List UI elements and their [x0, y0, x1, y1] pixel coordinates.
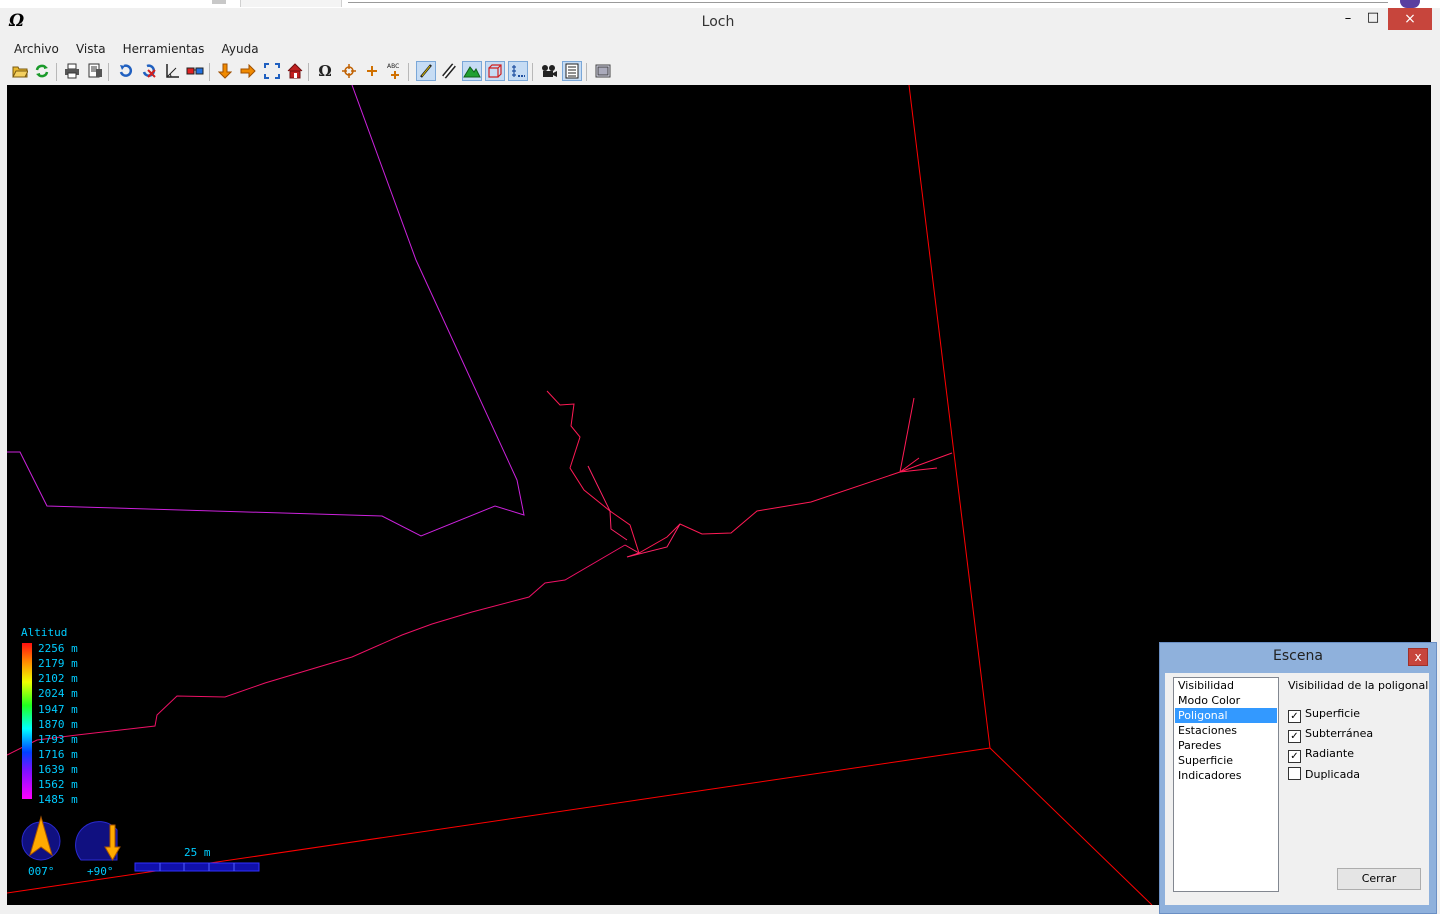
altitude-value: 1485 m: [38, 793, 78, 806]
right-arrow-icon[interactable]: [238, 61, 258, 81]
altitude-legend: Altitud 2256 m 2179 m 2102 m 2024 m 1947…: [21, 626, 78, 806]
inclination-indicator: +90°: [75, 821, 121, 878]
survey-branch: [587, 465, 628, 541]
altitude-legend-title: Altitud: [21, 626, 67, 639]
checkbox-box[interactable]: [1288, 767, 1301, 780]
menu-archivo[interactable]: Archivo: [8, 39, 65, 59]
altitude-color-scale: [22, 643, 32, 799]
list-item-superficie[interactable]: Superficie: [1175, 753, 1277, 768]
survey-branch: [546, 390, 953, 554]
window-title: Loch: [701, 14, 735, 30]
checkbox-box[interactable]: ✓: [1288, 730, 1301, 743]
compass: 007°: [21, 815, 61, 878]
altitude-value: 2256 m: [38, 642, 78, 655]
print-icon[interactable]: [62, 61, 82, 81]
checkbox-label: Subterránea: [1305, 727, 1374, 740]
plus-icon[interactable]: [362, 61, 382, 81]
scale-bar-label: 25 m: [184, 846, 211, 859]
checkbox-label: Superficie: [1305, 707, 1361, 720]
box-edge: [908, 85, 991, 749]
centerline-icon[interactable]: [416, 61, 436, 81]
rotate-off-icon[interactable]: [139, 61, 159, 81]
title-bar[interactable]: Ω Loch – □ ×: [0, 8, 1440, 38]
scale-bar-rect: [134, 862, 260, 872]
svg-text:ABC: ABC: [387, 63, 399, 70]
altitude-value: 2179 m: [38, 657, 78, 670]
bounding-box: [7, 85, 1153, 905]
scene-settings-icon[interactable]: [562, 61, 582, 81]
scene-category-list[interactable]: Visibilidad Modo Color Poligonal Estacio…: [1173, 677, 1279, 892]
box-edge: [989, 747, 1153, 905]
list-item-visibilidad[interactable]: Visibilidad: [1175, 678, 1277, 693]
survey-surface-line: [7, 85, 525, 537]
dialog-title: Escena: [1273, 648, 1323, 664]
checkbox-label: Duplicada: [1305, 768, 1361, 781]
checkbox-box[interactable]: ✓: [1288, 750, 1301, 763]
print-preview-icon[interactable]: [85, 61, 105, 81]
fullscreen-icon[interactable]: [262, 61, 282, 81]
dialog-close-button[interactable]: x: [1408, 648, 1428, 666]
compass-label: 007°: [28, 865, 55, 878]
rotate-icon[interactable]: [116, 61, 136, 81]
menu-herramientas[interactable]: Herramientas: [117, 39, 211, 59]
altitude-value: 1639 m: [38, 763, 78, 776]
open-folder-icon[interactable]: [10, 61, 30, 81]
dialog-body: Visibilidad Modo Color Poligonal Estacio…: [1165, 673, 1429, 905]
close-button[interactable]: ×: [1388, 8, 1432, 30]
stereo-glasses-icon[interactable]: [185, 61, 205, 81]
checkbox-radiante[interactable]: ✓ Radiante: [1288, 747, 1354, 763]
list-item-estaciones[interactable]: Estaciones: [1175, 723, 1277, 738]
maximize-button[interactable]: □: [1361, 8, 1385, 30]
angle-icon[interactable]: [162, 61, 182, 81]
checkbox-box[interactable]: ✓: [1288, 710, 1301, 723]
altitude-value: 1793 m: [38, 733, 78, 746]
survey-branch: [899, 397, 915, 473]
list-item-modo-color[interactable]: Modo Color: [1175, 693, 1277, 708]
checkbox-label: Radiante: [1305, 747, 1354, 760]
survey-main-line: [7, 544, 626, 756]
home-icon[interactable]: [285, 61, 305, 81]
list-item-poligonal[interactable]: Poligonal: [1175, 708, 1277, 723]
reload-icon[interactable]: [32, 61, 52, 81]
toolbar: Ω ABC: [8, 60, 1432, 84]
info-icon[interactable]: [593, 61, 613, 81]
center-icon[interactable]: [339, 61, 359, 81]
menu-ayuda[interactable]: Ayuda: [215, 39, 264, 59]
main-window: Ω Loch – □ × Archivo Vista Herramientas …: [0, 8, 1440, 914]
altitude-value: 2024 m: [38, 687, 78, 700]
list-item-paredes[interactable]: Paredes: [1175, 738, 1277, 753]
surface-icon[interactable]: [462, 61, 482, 81]
visibility-heading: Visibilidad de la poligonal: [1288, 679, 1429, 692]
walls-icon[interactable]: [439, 61, 459, 81]
cerrar-button[interactable]: Cerrar: [1337, 868, 1421, 890]
box-icon[interactable]: [485, 61, 505, 81]
omega-icon[interactable]: Ω: [315, 61, 335, 81]
checkbox-subterranea[interactable]: ✓ Subterránea: [1288, 727, 1373, 743]
altitude-value: 1947 m: [38, 703, 78, 716]
altitude-value: 1562 m: [38, 778, 78, 791]
checkbox-superficie[interactable]: ✓ Superficie: [1288, 707, 1360, 723]
checkbox-duplicada[interactable]: Duplicada: [1288, 767, 1360, 781]
camera-icon[interactable]: [539, 61, 559, 81]
labels-icon[interactable]: ABC: [385, 61, 405, 81]
indicators-icon[interactable]: [508, 61, 528, 81]
inclination-label: +90°: [87, 865, 114, 878]
menu-vista[interactable]: Vista: [70, 39, 112, 59]
down-arrow-icon[interactable]: [215, 61, 235, 81]
menu-bar: Archivo Vista Herramientas Ayuda: [8, 38, 1432, 58]
minimize-button[interactable]: –: [1336, 8, 1360, 30]
altitude-value: 1870 m: [38, 718, 78, 731]
altitude-value: 1716 m: [38, 748, 78, 761]
list-item-indicadores[interactable]: Indicadores: [1175, 768, 1277, 783]
scene-dialog: Escena x Visibilidad Modo Color Poligona…: [1159, 642, 1437, 914]
altitude-value: 2102 m: [38, 672, 78, 685]
